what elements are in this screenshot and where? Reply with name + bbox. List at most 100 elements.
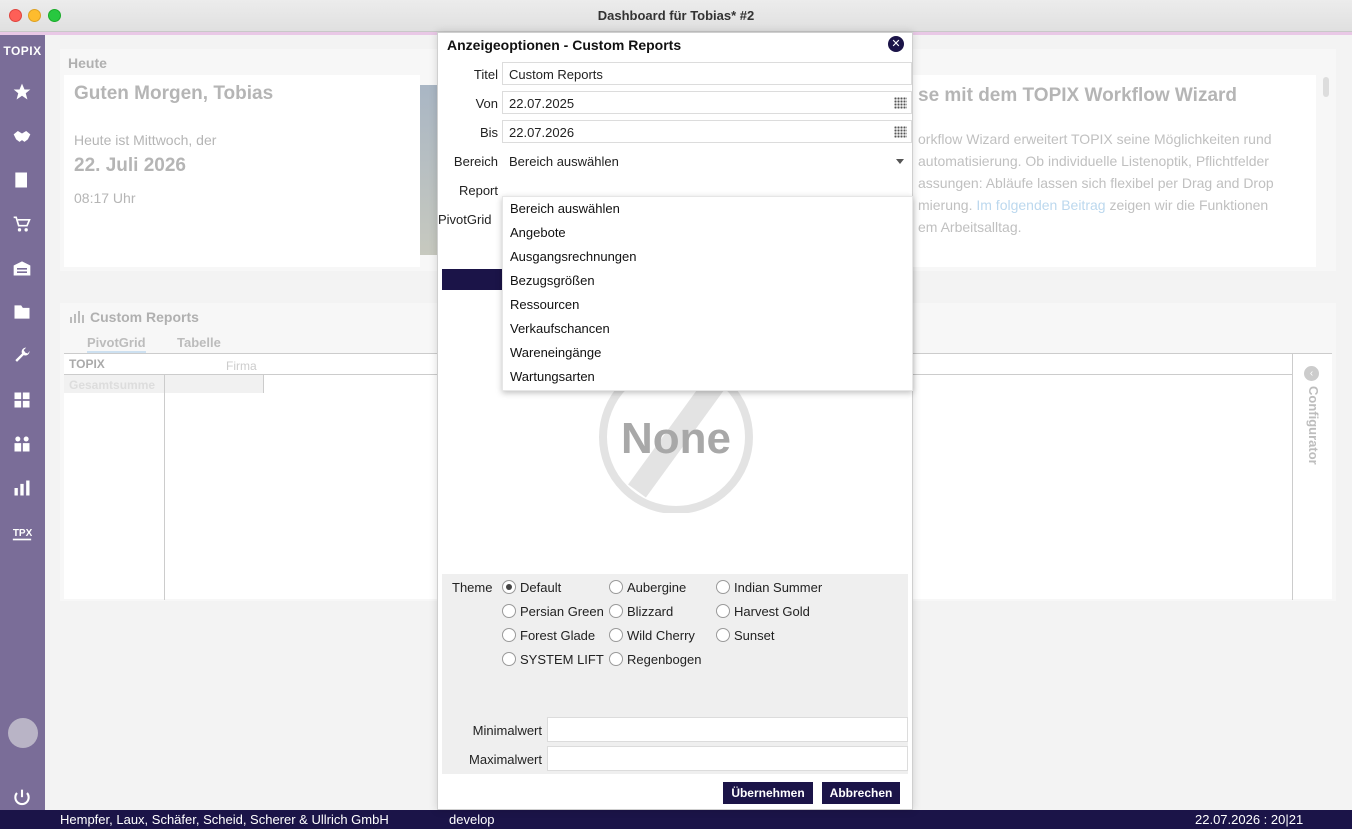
grid-divider (164, 374, 165, 600)
theme-radio-blizzard[interactable] (609, 604, 623, 618)
calculator-icon[interactable] (11, 389, 33, 411)
theme-option-label[interactable]: Forest Glade (520, 628, 595, 643)
theme-option-label[interactable]: SYSTEM LIFT (520, 652, 604, 667)
news-link[interactable]: Im folgenden Beitrag (976, 197, 1105, 213)
theme-radio-system-lift[interactable] (502, 652, 516, 666)
theme-radio-default[interactable] (502, 580, 516, 594)
cancel-button[interactable]: Abbrechen (822, 782, 900, 804)
today-text: Heute ist Mittwoch, der (74, 132, 217, 148)
bereich-select[interactable]: Bereich auswählen (502, 149, 912, 172)
theme-option-label[interactable]: Default (520, 580, 561, 595)
pivotgrid-label: PivotGrid (438, 212, 492, 227)
von-label: Von (475, 96, 498, 111)
favorites-icon[interactable] (11, 81, 33, 103)
theme-section: Theme Default Aubergine Indian Summer Pe… (442, 574, 908, 774)
theme-radio-indian-summer[interactable] (716, 580, 730, 594)
bis-label: Bis (479, 125, 498, 140)
status-branch: develop (449, 812, 495, 827)
bereich-label: Bereich (453, 154, 498, 169)
dark-bar (442, 269, 502, 290)
dropdown-option[interactable]: Ausgangsrechnungen (510, 249, 637, 264)
display-options-dialog: Anzeigeoptionen - Custom Reports ✕ Titel… (437, 32, 913, 810)
avatar[interactable] (8, 718, 38, 748)
news-line: automatisierung. Ob individuelle Listeno… (918, 153, 1269, 169)
dropdown-option[interactable]: Verkaufschancen (510, 321, 610, 336)
people-icon[interactable] (11, 433, 33, 455)
wrench-icon[interactable] (11, 345, 33, 367)
grid-total-label: Gesamtsumme (64, 375, 164, 393)
warehouse-icon[interactable] (11, 257, 33, 279)
news-line-text: zeigen wir die Funktionen (1109, 197, 1269, 213)
theme-option-label[interactable]: Sunset (734, 628, 774, 643)
dropdown-option[interactable]: Bereich auswählen (510, 201, 620, 216)
theme-option-label[interactable]: Harvest Gold (734, 604, 810, 619)
theme-radio-harvest-gold[interactable] (716, 604, 730, 618)
topix-logo: TOPIX (3, 44, 42, 58)
theme-option-label[interactable]: Wild Cherry (627, 628, 695, 643)
calendar-icon[interactable] (894, 97, 907, 109)
apply-button[interactable]: Übernehmen (723, 782, 813, 804)
dropdown-option[interactable]: Angebote (510, 225, 566, 240)
svg-text:TPX: TPX (13, 528, 32, 539)
von-value: 22.07.2025 (509, 96, 575, 111)
news-title: se mit dem TOPIX Workflow Wizard (918, 85, 1238, 106)
max-value-label: Maximalwert (469, 752, 542, 767)
chart-icon[interactable] (11, 477, 33, 499)
dropdown-option[interactable]: Wareneingänge (510, 345, 601, 360)
theme-option-label[interactable]: Regenbogen (627, 652, 701, 667)
bereich-value: Bereich auswählen (509, 154, 619, 169)
heute-label: Heute (68, 55, 107, 71)
archive-icon[interactable] (11, 301, 33, 323)
invoice-icon[interactable] (11, 169, 33, 191)
chevron-down-icon[interactable] (896, 159, 904, 164)
bereich-dropdown-list: Bereich auswählen Angebote Ausgangsrechn… (502, 196, 913, 391)
cart-icon[interactable] (11, 213, 33, 235)
max-value-input[interactable] (547, 746, 908, 771)
handshake-icon[interactable] (11, 125, 33, 147)
theme-label: Theme (452, 580, 493, 595)
theme-option-label[interactable]: Indian Summer (734, 580, 822, 595)
report-label: Report (458, 183, 498, 198)
status-bar: Hempfer, Laux, Schäfer, Scheid, Scherer … (0, 810, 1352, 829)
power-icon[interactable] (11, 787, 33, 809)
min-value-label: Minimalwert (472, 723, 542, 738)
dropdown-option[interactable]: Ressourcen (510, 297, 579, 312)
calendar-icon[interactable] (894, 126, 907, 138)
window-titlebar: Dashboard für Tobias* #2 (0, 0, 1352, 32)
theme-option-label[interactable]: Aubergine (627, 580, 686, 595)
dropdown-option[interactable]: Wartungsarten (510, 369, 595, 384)
tab-tabelle[interactable]: Tabelle (177, 335, 221, 350)
news-scrollbar[interactable] (1323, 77, 1329, 97)
configurator-toggle[interactable]: ‹ Configurator (1304, 366, 1324, 486)
status-company: Hempfer, Laux, Schäfer, Scheid, Scherer … (60, 812, 389, 827)
close-icon[interactable]: ✕ (888, 36, 904, 52)
tab-pivotgrid[interactable]: PivotGrid (87, 335, 146, 353)
theme-radio-aubergine[interactable] (609, 580, 623, 594)
grid-divider (1292, 354, 1293, 600)
tpx-icon[interactable]: TPX (11, 521, 33, 543)
min-value-input[interactable] (547, 717, 908, 742)
theme-radio-wild-cherry[interactable] (609, 628, 623, 642)
sidebar: TOPIX TPX (0, 35, 45, 810)
theme-option-label[interactable]: Blizzard (627, 604, 673, 619)
news-line-text: mierung. (918, 197, 973, 213)
preview-none-text: None (621, 414, 731, 463)
von-date-input[interactable]: 22.07.2025 (502, 91, 912, 114)
custom-reports-title: Custom Reports (90, 309, 199, 325)
dropdown-option[interactable]: Bezugsgrößen (510, 273, 595, 288)
titel-label: Titel (473, 67, 498, 82)
theme-radio-forest-glade[interactable] (502, 628, 516, 642)
chart-icon (70, 311, 84, 323)
status-datetime: 22.07.2026 : 20|21 (1195, 812, 1304, 827)
window-title: Dashboard für Tobias* #2 (597, 8, 755, 23)
bis-date-input[interactable]: 22.07.2026 (502, 120, 912, 143)
news-line: mierung. Im folgenden Beitrag zeigen wir… (918, 197, 1268, 213)
chevron-left-icon[interactable]: ‹ (1304, 366, 1319, 381)
grid-header-firma[interactable]: Firma (226, 359, 257, 373)
titel-input[interactable]: Custom Reports (502, 62, 912, 85)
theme-radio-regenbogen[interactable] (609, 652, 623, 666)
theme-radio-persian-green[interactable] (502, 604, 516, 618)
theme-option-label[interactable]: Persian Green (520, 604, 604, 619)
news-box: se mit dem TOPIX Workflow Wizard orkflow… (910, 75, 1316, 267)
theme-radio-sunset[interactable] (716, 628, 730, 642)
